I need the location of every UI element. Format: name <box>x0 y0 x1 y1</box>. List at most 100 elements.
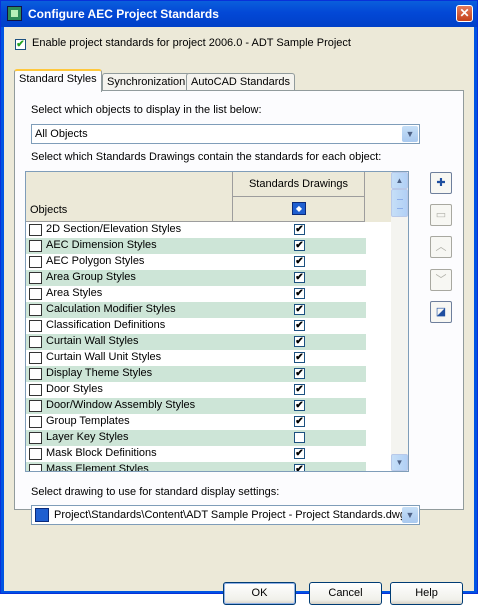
object-name: 2D Section/Elevation Styles <box>46 223 182 235</box>
standards-checkbox[interactable]: ✔ <box>294 464 305 471</box>
drawings-prompt: Select which Standards Drawings contain … <box>31 151 382 163</box>
table-row[interactable]: Door Styles ✔ <box>26 382 366 398</box>
object-name: Curtain Wall Unit Styles <box>46 351 162 363</box>
move-up-button[interactable]: ︿ <box>430 236 452 258</box>
object-name: Mask Block Definitions <box>46 447 157 459</box>
enable-standards-label: Enable project standards for project 200… <box>32 37 351 49</box>
standards-checkbox[interactable]: ✔ <box>294 224 305 235</box>
scroll-thumb[interactable] <box>391 189 408 217</box>
object-type-icon <box>29 288 42 300</box>
object-type-icon <box>29 400 42 412</box>
title-bar[interactable]: Configure AEC Project Standards ✕ <box>1 1 477 27</box>
table-row[interactable]: Door/Window Assembly Styles ✔ <box>26 398 366 414</box>
table-row[interactable]: Area Styles ✔ <box>26 286 366 302</box>
remove-drawing-icon: ▭ <box>435 209 447 221</box>
table-row[interactable]: Display Theme Styles ✔ <box>26 366 366 382</box>
set-display-button[interactable]: ◪ <box>430 301 452 323</box>
standards-checkbox[interactable]: ✔ <box>294 272 305 283</box>
standards-checkbox[interactable]: ✔ <box>294 384 305 395</box>
filter-prompt: Select which objects to display in the l… <box>31 104 262 116</box>
tab-standard-styles[interactable]: Standard Styles <box>14 69 102 92</box>
object-name: Layer Key Styles <box>46 431 129 443</box>
column-header-standards-drawings[interactable]: Standards Drawings <box>233 172 365 197</box>
standards-checkbox[interactable]: ✔ <box>294 352 305 363</box>
standards-list[interactable]: Objects Standards Drawings ◆ 2D Section/… <box>25 171 409 472</box>
table-row[interactable]: Area Group Styles ✔ <box>26 270 366 286</box>
add-drawing-icon: ✚ <box>436 177 446 189</box>
standards-checkbox[interactable]: ✔ <box>294 416 305 427</box>
list-header: Objects Standards Drawings ◆ <box>26 172 392 222</box>
drawing-file-icon <box>35 508 49 522</box>
scroll-up-icon[interactable]: ▲ <box>391 172 408 189</box>
object-filter-select[interactable]: All Objects ▼ <box>31 124 420 144</box>
standards-checkbox[interactable]: ✔ <box>294 336 305 347</box>
object-name: Door Styles <box>46 383 103 395</box>
display-settings-icon: ◪ <box>435 306 447 318</box>
list-scrollbar[interactable]: ▲ ▼ <box>391 172 408 471</box>
remove-drawing-button[interactable]: ▭ <box>430 204 452 226</box>
object-type-icon <box>29 336 42 348</box>
window-title: Configure AEC Project Standards <box>28 7 219 21</box>
table-row[interactable]: Calculation Modifier Styles ✔ <box>26 302 366 318</box>
display-drawing-select[interactable]: Project\Standards\Content\ADT Sample Pro… <box>31 505 420 525</box>
object-type-icon <box>29 368 42 380</box>
display-prompt: Select drawing to use for standard displ… <box>31 486 280 498</box>
table-row[interactable]: AEC Dimension Styles ✔ <box>26 238 366 254</box>
object-type-icon <box>29 352 42 364</box>
object-name: Classification Definitions <box>46 319 166 331</box>
column-header-objects[interactable]: Objects <box>26 172 233 222</box>
add-drawing-button[interactable]: ✚ <box>430 172 452 194</box>
standards-checkbox[interactable]: ✔ <box>294 304 305 315</box>
dialog-client: ✔ Enable project standards for project 2… <box>4 27 474 605</box>
object-name: Area Styles <box>46 287 103 299</box>
list-rows: 2D Section/Elevation Styles ✔ AEC Dimensio… <box>26 222 366 472</box>
object-type-icon <box>29 224 42 236</box>
enable-standards-checkbox[interactable]: ✔ <box>15 39 26 50</box>
table-row[interactable]: Mask Block Definitions ✔ <box>26 446 366 462</box>
standards-checkbox[interactable]: ✔ <box>294 256 305 267</box>
table-row[interactable]: 2D Section/Elevation Styles ✔ <box>26 222 366 238</box>
object-type-icon <box>29 448 42 460</box>
standards-checkbox[interactable] <box>294 432 305 443</box>
move-up-icon: ︿ <box>435 241 447 253</box>
table-row[interactable]: Classification Definitions ✔ <box>26 318 366 334</box>
object-type-icon <box>29 240 42 252</box>
table-row[interactable]: Curtain Wall Styles ✔ <box>26 334 366 350</box>
tab-synchronization[interactable]: Synchronization <box>102 73 191 91</box>
object-type-icon <box>29 320 42 332</box>
object-name: Area Group Styles <box>46 271 136 283</box>
object-filter-value: All Objects <box>35 128 88 140</box>
table-row[interactable]: AEC Polygon Styles ✔ <box>26 254 366 270</box>
object-name: Mass Element Styles <box>46 463 149 472</box>
table-row[interactable]: Curtain Wall Unit Styles ✔ <box>26 350 366 366</box>
table-row[interactable]: Layer Key Styles <box>26 430 366 446</box>
standards-checkbox[interactable]: ✔ <box>294 448 305 459</box>
table-row[interactable]: Mass Element Styles ✔ <box>26 462 366 472</box>
object-type-icon <box>29 464 42 471</box>
standards-checkbox[interactable]: ✔ <box>294 400 305 411</box>
move-down-button[interactable]: ﹀ <box>430 269 452 291</box>
column-header-drawing[interactable]: ◆ <box>233 197 365 222</box>
object-name: Display Theme Styles <box>46 367 153 379</box>
app-icon <box>7 6 22 21</box>
object-name: Calculation Modifier Styles <box>46 303 176 315</box>
standards-checkbox[interactable]: ✔ <box>294 288 305 299</box>
object-name: Door/Window Assembly Styles <box>46 399 196 411</box>
standards-checkbox[interactable]: ✔ <box>294 320 305 331</box>
standards-checkbox[interactable]: ✔ <box>294 240 305 251</box>
display-drawing-value: Project\Standards\Content\ADT Sample Pro… <box>54 509 406 521</box>
close-button[interactable]: ✕ <box>456 5 473 22</box>
standards-checkbox[interactable]: ✔ <box>294 368 305 379</box>
chevron-down-icon[interactable]: ▼ <box>402 126 418 142</box>
object-type-icon <box>29 304 42 316</box>
chevron-down-icon[interactable]: ▼ <box>402 507 418 523</box>
drawing-icon: ◆ <box>292 202 306 215</box>
object-name: AEC Polygon Styles <box>46 255 145 267</box>
tab-autocad-standards[interactable]: AutoCAD Standards <box>186 73 296 91</box>
object-type-icon <box>29 416 42 428</box>
dialog-window: Configure AEC Project Standards ✕ ✔ Enab… <box>0 0 478 605</box>
table-row[interactable]: Group Templates ✔ <box>26 414 366 430</box>
object-type-icon <box>29 256 42 268</box>
scroll-down-icon[interactable]: ▼ <box>391 454 408 471</box>
object-type-icon <box>29 272 42 284</box>
